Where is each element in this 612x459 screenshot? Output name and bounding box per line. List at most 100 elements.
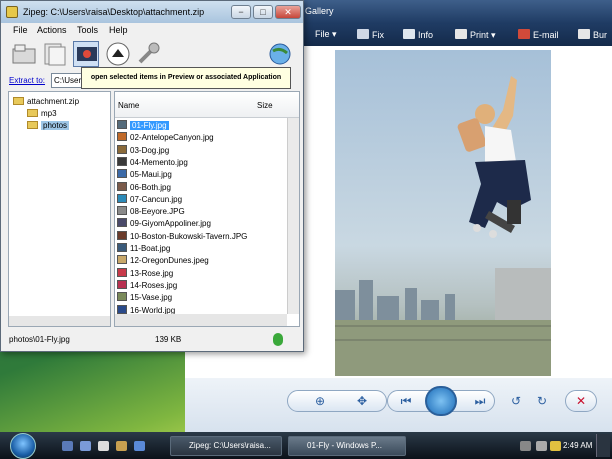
file-name: 07-Cancun.jpg bbox=[130, 194, 183, 204]
zipeg-app-icon bbox=[6, 6, 18, 18]
show-desktop-button[interactable] bbox=[596, 434, 610, 457]
menu-actions[interactable]: Actions bbox=[37, 25, 67, 35]
thumbnail-icon bbox=[117, 120, 127, 129]
info-icon bbox=[403, 29, 415, 39]
list-item[interactable]: 04-Memento.jpg bbox=[117, 156, 287, 169]
skateboarder-photo bbox=[335, 76, 551, 376]
wrench-icon[interactable] bbox=[135, 41, 161, 67]
tree-item-mp3[interactable]: mp3 bbox=[27, 109, 57, 118]
list-item[interactable]: 02-AntelopeCanyon.jpg bbox=[117, 132, 287, 144]
file-name: 08-Eeyore.JPG bbox=[130, 207, 185, 217]
column-size[interactable]: Size bbox=[257, 101, 273, 110]
thumbnail-icon bbox=[117, 292, 127, 302]
preview-icon[interactable] bbox=[73, 41, 99, 67]
thumbnail-icon bbox=[117, 255, 127, 265]
file-list: Name Size 01-Fly.jpg 02-AntelopeCanyon.jp… bbox=[114, 91, 300, 327]
menu-file[interactable]: File bbox=[13, 25, 28, 35]
folder-icon bbox=[27, 121, 38, 129]
folder-tree: attachment.zip mp3 photos bbox=[8, 91, 111, 327]
list-item[interactable]: 09-GiyomAppoliner.jpg bbox=[117, 218, 287, 230]
email-button[interactable]: E-mail bbox=[518, 29, 559, 40]
list-vertical-scrollbar[interactable] bbox=[287, 118, 299, 314]
file-name: 04-Memento.jpg bbox=[130, 157, 188, 167]
extract-icon[interactable] bbox=[41, 41, 67, 67]
file-menu-button[interactable]: File ▾ bbox=[315, 29, 337, 40]
quicklaunch-icon[interactable] bbox=[116, 441, 127, 451]
previous-icon[interactable]: ⏮ bbox=[397, 393, 415, 409]
list-item[interactable]: 14-Roses.jpg bbox=[117, 279, 287, 292]
file-name: 12-OregonDunes.jpeg bbox=[130, 256, 209, 266]
tree-horizontal-scrollbar[interactable] bbox=[9, 316, 110, 326]
photo-image bbox=[335, 50, 551, 376]
folder-icon bbox=[27, 109, 38, 117]
up-icon[interactable] bbox=[105, 41, 131, 67]
zoom-icon[interactable]: ⊕ bbox=[311, 393, 329, 409]
switch-windows-icon[interactable] bbox=[80, 441, 91, 451]
file-name: 14-Roses.jpg bbox=[130, 280, 178, 290]
rotate-left-icon[interactable]: ↺ bbox=[507, 393, 525, 409]
fix-icon bbox=[357, 29, 369, 39]
tree-root[interactable]: attachment.zip bbox=[13, 97, 79, 106]
list-item[interactable]: 11-Boat.jpg bbox=[117, 243, 287, 255]
file-name: 10-Boston-Bukowski-Tavern.JPG bbox=[130, 231, 248, 241]
quicklaunch-icon[interactable] bbox=[98, 441, 109, 451]
file-name: 05-Maui.jpg bbox=[130, 170, 172, 180]
thumbnail-icon bbox=[117, 132, 127, 142]
list-item[interactable]: 15-Vase.jpg bbox=[117, 292, 287, 304]
volume-icon[interactable] bbox=[536, 441, 547, 451]
burn-icon bbox=[578, 29, 590, 39]
zipeg-toolbar bbox=[1, 37, 303, 71]
list-item[interactable]: 13-Rose.jpg bbox=[117, 267, 287, 280]
taskbar: Zipeg: C:\Users\raisa... 01-Fly - Window… bbox=[0, 432, 612, 459]
file-name: 06-Both.jpg bbox=[130, 182, 171, 192]
file-name: 15-Vase.jpg bbox=[130, 293, 173, 303]
file-name: 03-Dog.jpg bbox=[130, 145, 170, 155]
list-item[interactable]: 01-Fly.jpg bbox=[117, 120, 287, 132]
delete-icon[interactable]: ✕ bbox=[572, 393, 590, 409]
taskbar-zipeg[interactable]: Zipeg: C:\Users\raisa... bbox=[170, 436, 282, 456]
next-icon[interactable]: ⏭ bbox=[471, 393, 489, 409]
clock: 2:49 AM bbox=[563, 441, 593, 450]
list-item[interactable]: 06-Both.jpg bbox=[117, 181, 287, 194]
column-name[interactable]: Name bbox=[118, 101, 139, 110]
zipeg-status-bar: photos\01-Fly.jpg 139 KB bbox=[1, 329, 303, 351]
zipeg-title: Zipeg: C:\Users\raisa\Desktop\attachment… bbox=[23, 7, 205, 17]
gallery-title: Gallery bbox=[305, 6, 334, 16]
folder-icon bbox=[13, 97, 24, 105]
list-horizontal-scrollbar[interactable] bbox=[115, 314, 287, 326]
taskbar-photo-gallery[interactable]: 01-Fly - Windows P... bbox=[288, 436, 406, 456]
maximize-button[interactable]: □ bbox=[253, 5, 273, 19]
thumbnail-icon bbox=[117, 243, 127, 252]
gallery-controls: ⊕ ✥ ⏮ ⏭ ↺ ↻ ✕ bbox=[185, 378, 612, 432]
slideshow-button[interactable] bbox=[425, 386, 457, 416]
minimize-button[interactable]: − bbox=[231, 5, 251, 19]
list-item[interactable]: 05-Maui.jpg bbox=[117, 169, 287, 181]
rotate-right-icon[interactable]: ↻ bbox=[533, 393, 551, 409]
fix-button[interactable]: Fix bbox=[357, 29, 384, 40]
close-button[interactable]: ✕ bbox=[275, 5, 301, 19]
list-item[interactable]: 10-Boston-Bukowski-Tavern.JPG bbox=[117, 230, 287, 243]
list-item[interactable]: 03-Dog.jpg bbox=[117, 144, 287, 157]
show-desktop-icon[interactable] bbox=[62, 441, 73, 451]
open-archive-icon[interactable] bbox=[11, 41, 37, 67]
quicklaunch-icon[interactable] bbox=[134, 441, 145, 451]
actual-size-icon[interactable]: ✥ bbox=[353, 393, 371, 409]
start-button[interactable] bbox=[10, 433, 36, 459]
network-icon[interactable] bbox=[520, 441, 531, 451]
print-button[interactable]: Print ▾ bbox=[455, 29, 496, 41]
thumbnail-icon bbox=[117, 267, 127, 277]
menu-tools[interactable]: Tools bbox=[77, 25, 98, 35]
burn-button[interactable]: Bur bbox=[578, 29, 607, 40]
file-name: 11-Boat.jpg bbox=[130, 244, 171, 253]
list-item[interactable]: 08-Eeyore.JPG bbox=[117, 206, 287, 218]
status-indicator-icon bbox=[273, 333, 283, 346]
extract-to-link[interactable]: Extract to: bbox=[9, 76, 45, 85]
menu-help[interactable]: Help bbox=[109, 25, 128, 35]
globe-icon[interactable] bbox=[267, 41, 293, 67]
zipeg-window: Zipeg: C:\Users\raisa\Desktop\attachment… bbox=[0, 0, 304, 352]
security-icon[interactable] bbox=[550, 441, 561, 451]
list-item[interactable]: 12-OregonDunes.jpeg bbox=[117, 255, 287, 267]
info-button[interactable]: Info bbox=[403, 29, 433, 40]
tree-item-photos[interactable]: photos bbox=[27, 121, 70, 130]
list-item[interactable]: 07-Cancun.jpg bbox=[117, 193, 287, 206]
